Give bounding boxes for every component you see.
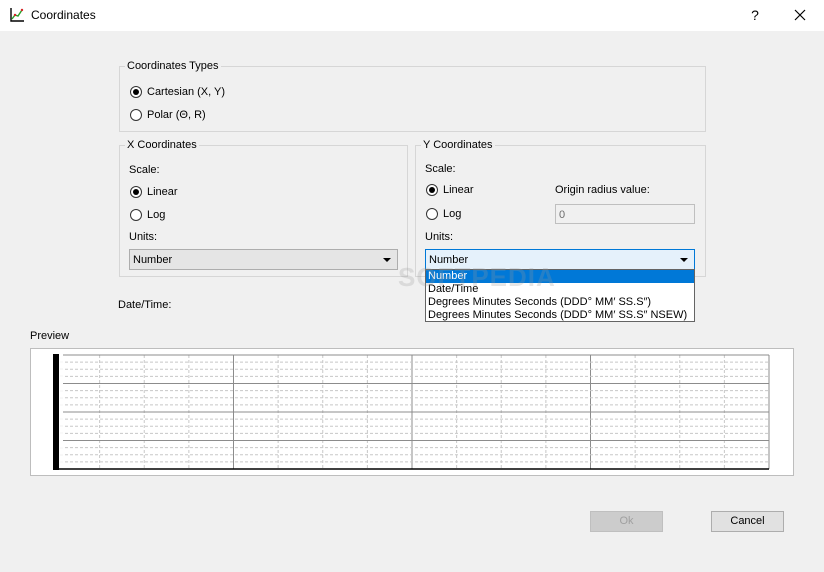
x-units-select[interactable]: Number — [129, 249, 398, 270]
chevron-down-icon — [680, 258, 688, 262]
watermark: SOFTPEDIA — [398, 262, 556, 292]
y-coordinates-title: Y Coordinates — [421, 139, 495, 151]
chevron-down-icon — [383, 258, 391, 262]
y-log-label: Log — [443, 208, 462, 220]
dropdown-option-dms[interactable]: Degrees Minutes Seconds (DDD° MM′ SS.S″) — [426, 296, 694, 309]
y-linear-radio[interactable] — [426, 184, 438, 196]
cartesian-radio[interactable] — [130, 86, 142, 98]
title-bar — [0, 0, 824, 31]
origin-radius-label: Origin radius value: — [555, 184, 650, 196]
dropdown-option-dms-nsew[interactable]: Degrees Minutes Seconds (DDD° MM′ SS.S″ … — [426, 309, 694, 322]
x-linear-label: Linear — [147, 186, 178, 198]
cartesian-label: Cartesian (X, Y) — [147, 86, 226, 98]
x-units-value: Number — [133, 254, 173, 266]
preview-grid — [53, 354, 770, 470]
coordinates-types-group — [119, 66, 706, 132]
y-scale-label: Scale: — [425, 163, 456, 175]
polar-radio[interactable] — [130, 109, 142, 121]
x-coordinates-title: X Coordinates — [125, 139, 199, 151]
chart-axes-icon — [10, 8, 24, 22]
datetime-label: Date/Time: — [118, 299, 172, 311]
x-log-radio[interactable] — [130, 209, 142, 221]
x-log-label: Log — [147, 209, 166, 221]
window-title: Coordinates — [31, 8, 96, 22]
y-log-radio[interactable] — [426, 208, 438, 220]
origin-radius-field[interactable]: 0 — [555, 204, 695, 224]
preview-label: Preview — [30, 330, 70, 342]
x-linear-radio[interactable] — [130, 186, 142, 198]
ok-button[interactable]: Ok — [590, 511, 663, 532]
coordinates-types-title: Coordinates Types — [125, 60, 221, 72]
x-scale-label: Scale: — [129, 164, 160, 176]
x-units-label: Units: — [129, 231, 158, 243]
close-button[interactable] — [786, 4, 814, 26]
cancel-button[interactable]: Cancel — [711, 511, 784, 532]
help-button[interactable]: ? — [742, 4, 768, 26]
y-axis — [53, 354, 59, 470]
close-icon — [794, 9, 806, 21]
preview-panel — [30, 348, 794, 476]
polar-label: Polar (Θ, R) — [147, 109, 206, 121]
y-units-label: Units: — [425, 231, 454, 243]
y-linear-label: Linear — [443, 184, 474, 196]
origin-radius-value: 0 — [559, 209, 566, 221]
